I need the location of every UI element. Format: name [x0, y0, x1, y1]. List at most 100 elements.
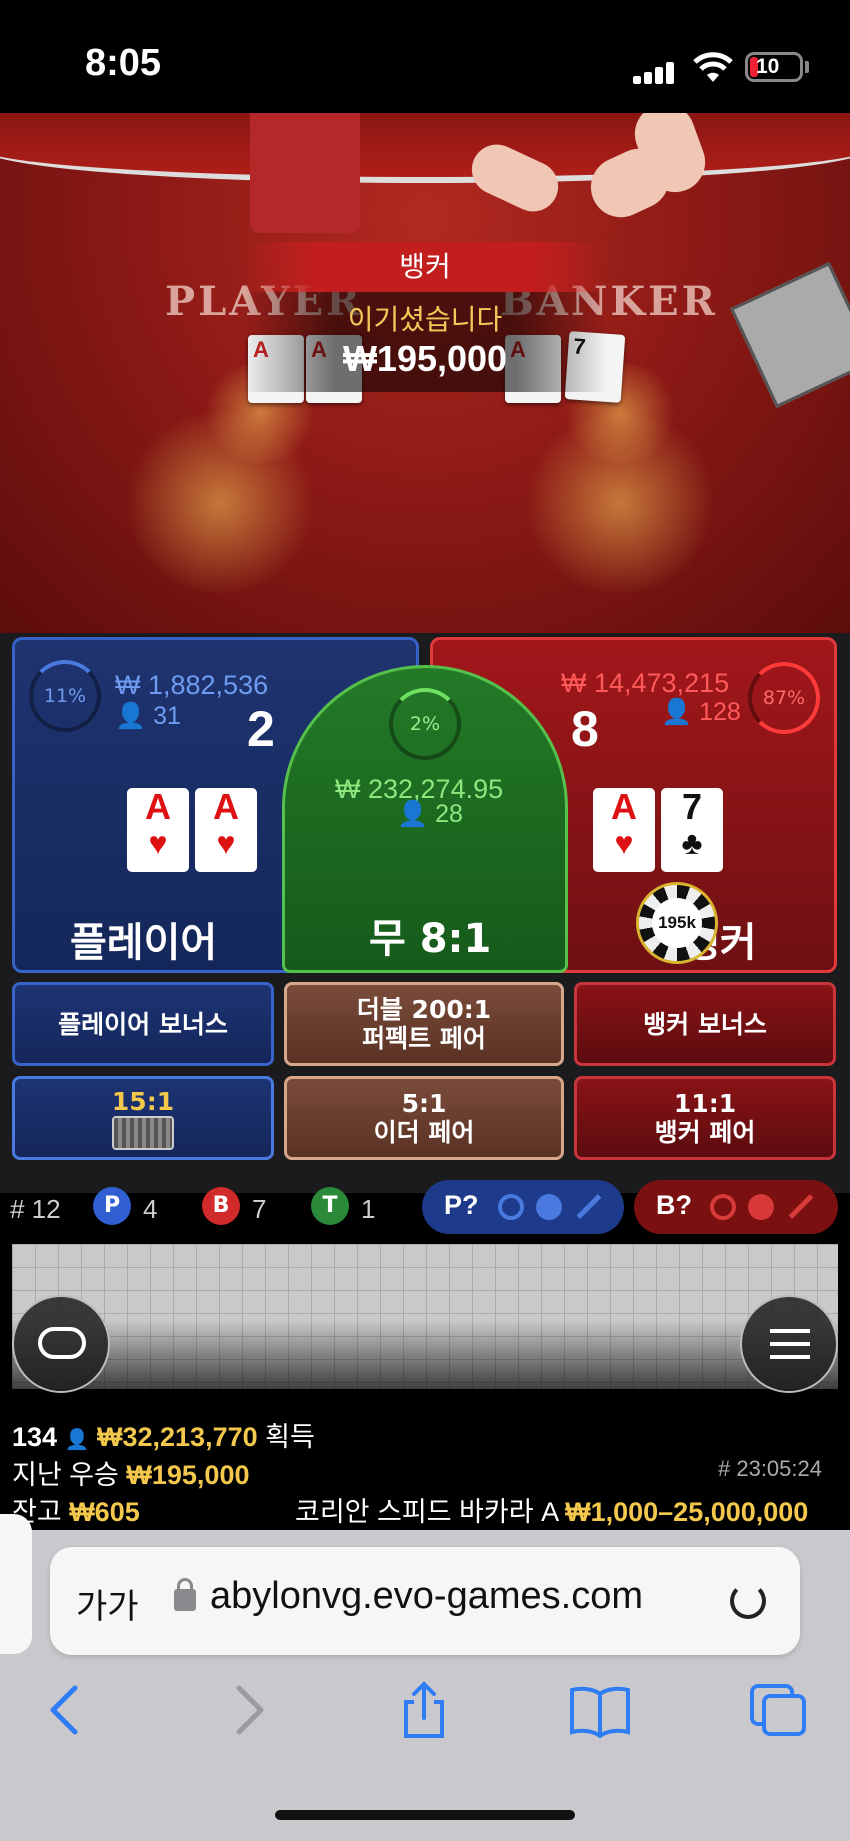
- chip-value: 195k: [652, 898, 702, 948]
- betting-board: 11% ₩ 1,882,536 👤 31 2 A ♥ A ♥ 플레이어 ₩ 14,4…: [0, 633, 850, 1193]
- tie-percent: 2%: [389, 688, 461, 760]
- share-icon[interactable]: [392, 1680, 456, 1740]
- user-icon: 👤: [661, 698, 693, 726]
- user-icon: 👤: [115, 702, 147, 730]
- tie-wins-badge: T: [311, 1187, 349, 1225]
- table-name: 코리안 스피드 바카라 A: [295, 1497, 558, 1527]
- text-size-button[interactable]: 가가: [76, 1579, 139, 1628]
- placed-chip: 195k: [636, 882, 718, 964]
- last-win-line: 지난 우승 ₩195,000: [12, 1453, 249, 1492]
- tie-wins-count: 1: [361, 1194, 376, 1224]
- banker-wins-count: 7: [252, 1194, 267, 1224]
- clock: 8:05: [85, 42, 162, 84]
- lock-icon: [174, 1578, 196, 1611]
- player-bonus-button[interactable]: 플레이어 보너스: [12, 982, 274, 1066]
- forward-icon[interactable]: [215, 1680, 279, 1740]
- player-pair-button[interactable]: 15:1: [12, 1076, 274, 1160]
- win-amount: ₩195,000: [342, 338, 508, 379]
- game-id: # 23:05:24: [718, 1456, 822, 1481]
- won-label: 획득: [265, 1422, 315, 1452]
- player-predict-label: P?: [444, 1190, 479, 1220]
- banker-bonus-button[interactable]: 뱅커 보너스: [574, 982, 836, 1066]
- round-count: # 12: [10, 1194, 61, 1224]
- banker-card: A ♥: [593, 788, 655, 872]
- table-rail: [0, 113, 850, 183]
- player-card: A ♥: [195, 788, 257, 872]
- table-info[interactable]: 코리안 스피드 바카라 A ₩1,000–25,000,000: [295, 1490, 808, 1529]
- player-card: A ♥: [127, 788, 189, 872]
- banker-bonus-label: 뱅커 보너스: [643, 1009, 767, 1039]
- either-pair-label: 이더 페어: [373, 1118, 475, 1147]
- signal-icon: [633, 62, 675, 84]
- player-bettors-count: 31: [153, 702, 181, 730]
- player-wins-count: 4: [143, 1194, 158, 1224]
- either-pair-odds: 5:1: [401, 1089, 447, 1118]
- battery-cap: [805, 61, 809, 73]
- last-win-label: 지난 우승: [12, 1460, 119, 1490]
- player-label: 플레이어: [70, 920, 218, 966]
- tie-bettors-count: 28: [435, 800, 463, 828]
- back-icon[interactable]: [35, 1680, 99, 1740]
- player-pair-odds: 15:1: [111, 1086, 175, 1116]
- status-bar: 8:05 10: [0, 0, 850, 113]
- previous-tab-edge[interactable]: [0, 1514, 32, 1654]
- big-road-circle-icon: [498, 1194, 524, 1220]
- perfect-pair-button[interactable]: 더블 200:1 퍼펙트 페어: [284, 982, 564, 1066]
- tie-label: 무 8:1: [369, 916, 492, 962]
- player-score: 2: [247, 701, 275, 757]
- battery-icon: 10: [745, 52, 803, 82]
- cockroach-slash-icon: [576, 1194, 602, 1219]
- user-icon: 👤: [64, 1429, 90, 1451]
- wifi-icon: [693, 52, 733, 82]
- pair-cards-icon: [112, 1115, 174, 1150]
- tie-bet-spot[interactable]: 2% ₩ 232,274.95 👤 28 무 8:1: [282, 665, 568, 973]
- win-banner-winner: 뱅커: [243, 242, 607, 292]
- battery-level: 10: [756, 55, 780, 78]
- bead-dot-icon: [748, 1194, 774, 1220]
- player-bet-total: ₩ 1,882,536: [115, 670, 269, 700]
- winners-count: 134: [12, 1422, 58, 1452]
- chat-button[interactable]: [12, 1295, 110, 1393]
- menu-icon-middle: [770, 1342, 810, 1346]
- bead-dot-icon: [536, 1194, 562, 1220]
- banker-score: 8: [571, 701, 599, 757]
- win-banner: 뱅커 이기셨습니다 ₩195,000: [243, 242, 607, 397]
- banker-card: 7 ♣: [661, 788, 723, 872]
- address-bar[interactable]: 가가 abylonvg.evo-games.com: [50, 1547, 800, 1655]
- stats-row: # 12 P 4 B 7 T 1 P? B?: [0, 1180, 850, 1242]
- perfect-pair-odds: 더블 200:1: [356, 995, 492, 1024]
- last-win-amount: ₩195,000: [126, 1460, 250, 1490]
- big-road-circle-icon: [710, 1194, 736, 1220]
- banker-predict-button[interactable]: B?: [634, 1180, 838, 1234]
- player-wins-badge: P: [93, 1187, 131, 1225]
- winners-line: 134 👤 ₩32,213,770 획득: [12, 1415, 315, 1454]
- player-bonus-label: 플레이어 보너스: [58, 1009, 228, 1039]
- tabs-icon[interactable]: [746, 1680, 810, 1740]
- either-pair-button[interactable]: 5:1 이더 페어: [284, 1076, 564, 1160]
- balance-amount: ₩605: [69, 1497, 140, 1527]
- banker-wins-badge: B: [202, 1187, 240, 1225]
- tie-bettors: 👤 28: [397, 800, 463, 829]
- player-percent: 11%: [29, 660, 101, 732]
- home-indicator: [275, 1810, 575, 1820]
- banker-bettors-count: 128: [699, 698, 741, 726]
- url-text: abylonvg.evo-games.com: [210, 1575, 643, 1617]
- win-message: 이기셨습니다: [347, 303, 503, 336]
- menu-button[interactable]: [740, 1295, 838, 1393]
- player-predict-button[interactable]: P?: [422, 1180, 624, 1234]
- banker-predict-label: B?: [656, 1190, 692, 1220]
- chat-icon: [38, 1327, 86, 1359]
- total-won: ₩32,213,770: [97, 1422, 258, 1452]
- cockroach-slash-icon: [788, 1194, 814, 1219]
- banker-pair-odds: 11:1: [673, 1089, 737, 1118]
- banker-bet-total: ₩ 14,473,215: [561, 668, 730, 698]
- banker-pair-button[interactable]: 11:1 뱅커 페어: [574, 1076, 836, 1160]
- dealer-arm-left: [250, 113, 360, 233]
- banker-bettors: 👤 128: [661, 698, 741, 727]
- card-shoe: [729, 261, 850, 409]
- user-icon: 👤: [397, 800, 429, 828]
- roadmap-fade: [0, 1320, 850, 1420]
- bookmarks-icon[interactable]: [568, 1680, 632, 1740]
- balance-line: 잔고 ₩605: [12, 1490, 140, 1529]
- reload-icon[interactable]: [730, 1583, 766, 1619]
